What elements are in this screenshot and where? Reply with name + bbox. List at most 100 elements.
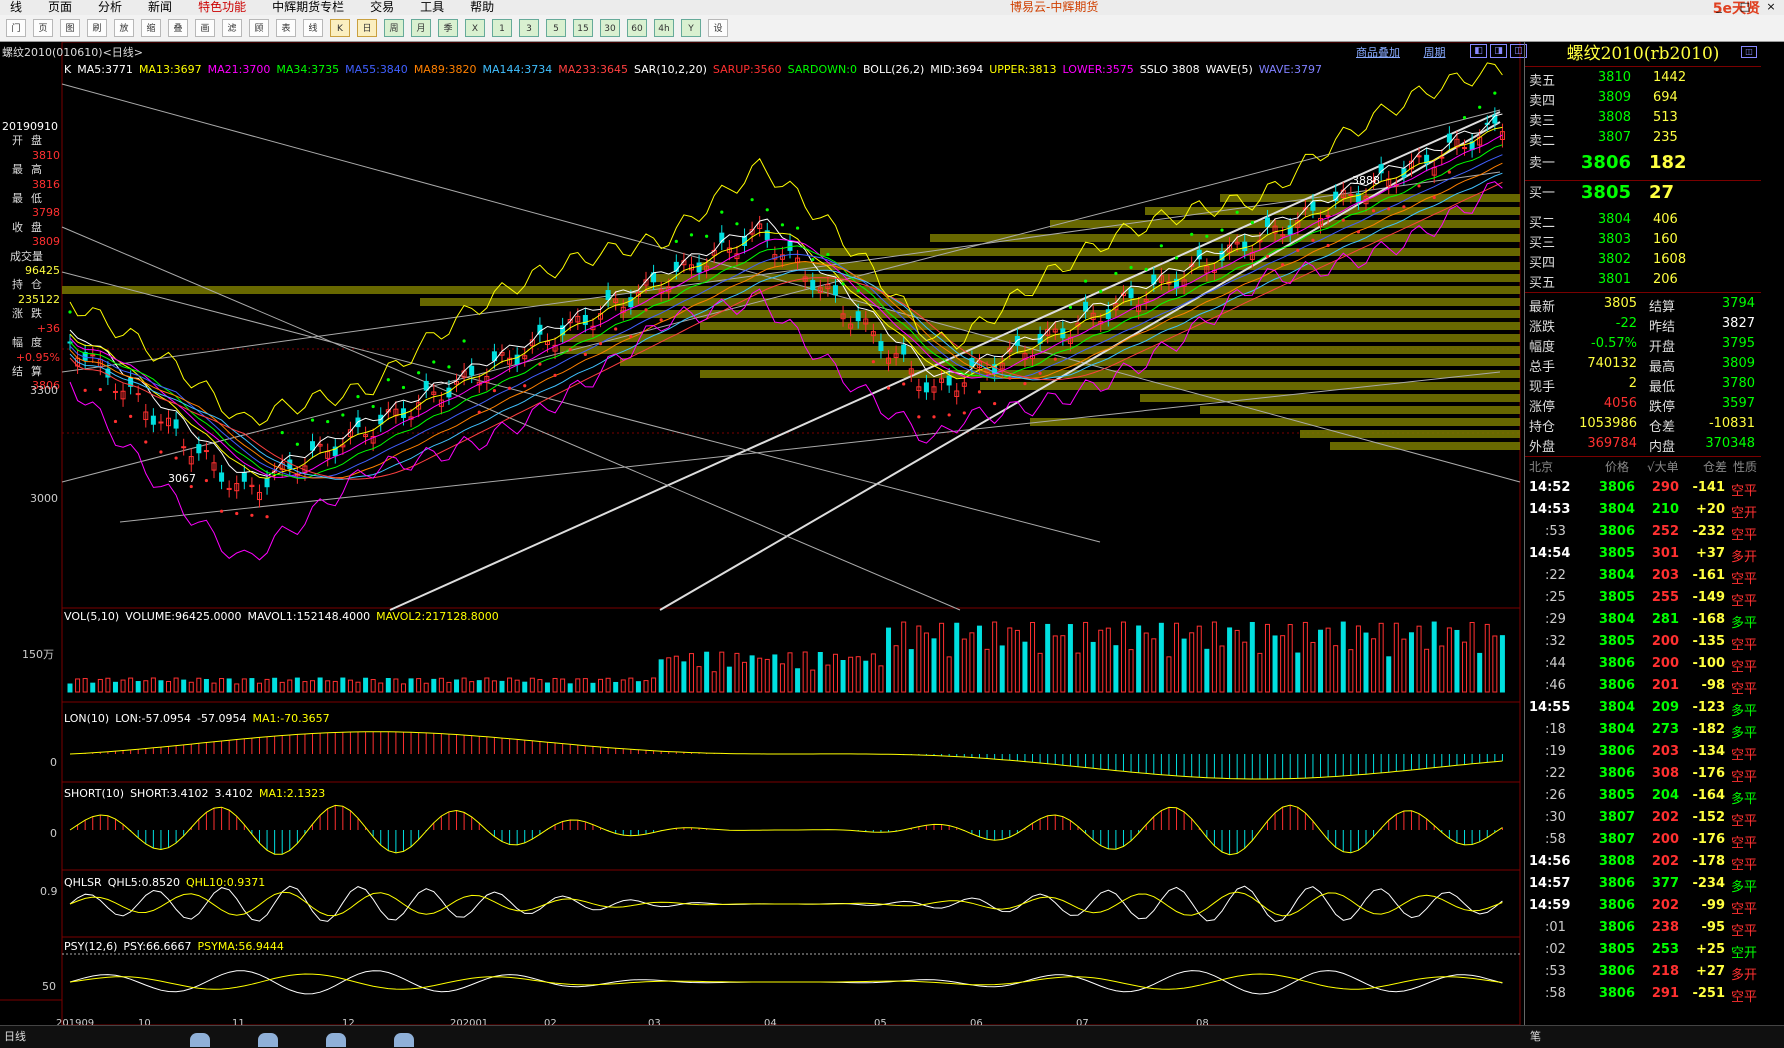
sar-dot: [1129, 265, 1133, 270]
info-value: 235122: [18, 292, 60, 306]
info-value: +0.95%: [15, 350, 60, 364]
toolbar-button[interactable]: 15: [573, 19, 593, 37]
toolbar-button[interactable]: 滤: [222, 19, 242, 37]
menu-item[interactable]: 工具: [410, 0, 460, 15]
period-button[interactable]: 周期: [1424, 46, 1446, 59]
volume-bar: [1007, 627, 1013, 693]
sar-dot: [598, 342, 603, 346]
panel-tab[interactable]: 笔: [1530, 1028, 1541, 1044]
menu-item[interactable]: 帮助: [460, 0, 510, 15]
menu-item[interactable]: 分析: [88, 0, 138, 15]
toolbar-button[interactable]: 5: [546, 19, 566, 37]
tick-oi-change: -134: [1692, 744, 1725, 759]
volume-bar: [1469, 621, 1475, 693]
maximize-icon[interactable]: □: [1732, 0, 1758, 14]
volume-bar: [764, 658, 770, 693]
menu-item[interactable]: 线: [0, 0, 38, 15]
tick-volume: 203: [1651, 744, 1679, 759]
volume-bar: [256, 682, 262, 693]
toolbar-button[interactable]: X: [465, 19, 485, 37]
volume-bar: [1166, 656, 1172, 693]
volume-bar: [1075, 652, 1081, 693]
app-icon[interactable]: [326, 1033, 346, 1047]
sar-dot: [265, 515, 269, 519]
toolbar-button[interactable]: 页: [33, 19, 53, 37]
volume-bar: [1424, 648, 1430, 693]
volume-bar: [590, 682, 596, 693]
menu-item[interactable]: 新闻: [138, 0, 188, 15]
tick-price: 3805: [1598, 788, 1635, 803]
toolbar-button[interactable]: 画: [195, 19, 215, 37]
menu-item[interactable]: 中辉期货专栏: [262, 0, 360, 15]
toolbar-button[interactable]: 表: [276, 19, 296, 37]
volume-profile-bar: [1330, 442, 1520, 450]
toolbar-button[interactable]: 日: [357, 19, 377, 37]
toolbar-button[interactable]: 放: [114, 19, 134, 37]
sar-dot: [735, 222, 739, 226]
volume-bar: [1120, 621, 1126, 693]
toolbar-button[interactable]: 顾: [249, 19, 269, 37]
toolbar-button[interactable]: 设: [708, 19, 728, 37]
candle-body: [696, 262, 702, 273]
toolbar-button[interactable]: 4h: [654, 19, 674, 37]
ask-row: 卖一 3806 182: [1525, 152, 1761, 173]
minimize-icon[interactable]: _: [1706, 0, 1732, 14]
toolbar-button[interactable]: 3: [519, 19, 539, 37]
volume-bar: [491, 680, 497, 693]
toolbar-button[interactable]: 季: [438, 19, 458, 37]
tick-nature: 空平: [1731, 572, 1758, 587]
volume-bar: [431, 678, 437, 693]
tick-oi-change: -149: [1692, 590, 1725, 605]
stat-row: 幅度 -0.57% 开盘 3795: [1525, 336, 1761, 356]
tick-volume: 218: [1651, 964, 1679, 979]
toolbar-button[interactable]: 图: [60, 19, 80, 37]
layout-left-icon[interactable]: ◧: [1470, 44, 1487, 58]
toolbar-button[interactable]: 1: [492, 19, 512, 37]
volume-bar: [1318, 629, 1324, 693]
volume-bar: [97, 678, 103, 693]
toolbar-button[interactable]: 周: [384, 19, 404, 37]
toolbar-button[interactable]: 月: [411, 19, 431, 37]
toolbar-button[interactable]: 30: [600, 19, 620, 37]
psy-indicator-line: PSY(12,6) PSY:66.6667 PSYMA:56.9444: [64, 940, 290, 953]
bid-price: 3803: [1597, 232, 1631, 247]
toolbar-button[interactable]: 60: [627, 19, 647, 37]
volume-bar: [1454, 629, 1460, 693]
app-icon[interactable]: [190, 1033, 210, 1047]
volume-bar: [1264, 623, 1270, 693]
tick-oi-change: -123: [1692, 700, 1725, 715]
toolbar-button[interactable]: K: [330, 19, 350, 37]
stat-value: 3805: [1603, 296, 1637, 311]
menu-item[interactable]: 交易: [360, 0, 410, 15]
toolbar-button[interactable]: Y: [681, 19, 701, 37]
volume-bar: [1378, 622, 1384, 693]
tick-price: 3806: [1598, 964, 1635, 979]
volume-bar: [961, 638, 967, 693]
app-icon[interactable]: [394, 1033, 414, 1047]
indicator-value: QHL10:0.9371: [185, 876, 266, 889]
tick-nature: 空开: [1731, 946, 1758, 961]
app-icon[interactable]: [258, 1033, 278, 1047]
overlay-button[interactable]: 商品叠加: [1356, 46, 1400, 59]
layout-right-icon[interactable]: ◨: [1490, 44, 1507, 58]
tick-price: 3806: [1598, 480, 1635, 495]
toolbar-button[interactable]: 刷: [87, 19, 107, 37]
stat-label: 幅度: [1529, 340, 1556, 355]
tick-time: :19: [1545, 744, 1566, 759]
toolbar-button[interactable]: 线: [303, 19, 323, 37]
volume-bar: [923, 632, 929, 693]
menu-item[interactable]: 特色功能: [188, 0, 262, 15]
panel-layout-icon[interactable]: ◫: [1741, 46, 1757, 58]
volume-bar: [726, 666, 732, 693]
sar-dot: [1417, 184, 1421, 188]
menu-item[interactable]: 页面: [38, 0, 88, 15]
trend-line: [61, 83, 1521, 483]
toolbar-button[interactable]: 叠: [168, 19, 188, 37]
close-icon[interactable]: ×: [1758, 0, 1784, 14]
toolbar-button[interactable]: 缩: [141, 19, 161, 37]
period-label[interactable]: 日线: [4, 1028, 26, 1044]
tick-volume: 210: [1651, 502, 1679, 517]
toolbar-button[interactable]: 门: [6, 19, 26, 37]
tick-nature: 空平: [1731, 858, 1758, 873]
chart-top-icons: ◧ ◨ ◫: [1470, 44, 1530, 58]
